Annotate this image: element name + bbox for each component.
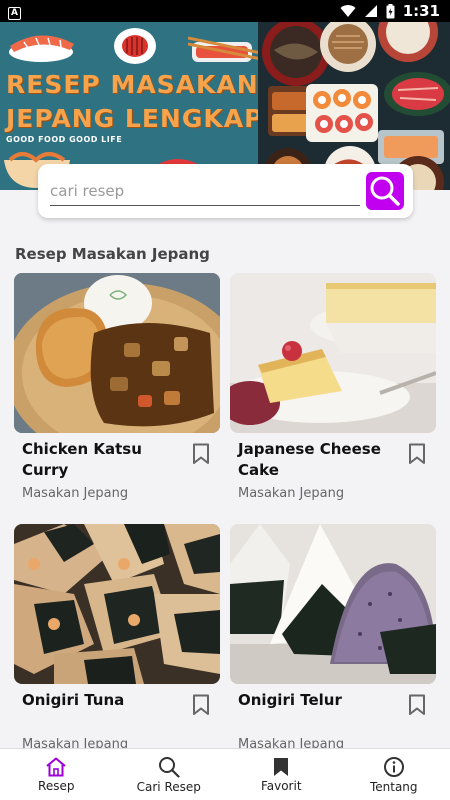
nav-item-tentang[interactable]: Tentang (338, 749, 450, 800)
recipe-category: Masakan Jepang (238, 486, 345, 501)
bookmark-icon (274, 757, 289, 776)
banner-title-line1: RESEP MASAKAN (6, 70, 259, 99)
status-right: 1:31 (340, 2, 440, 20)
status-left: A (8, 3, 21, 20)
nav-label: Cari Resep (136, 779, 201, 794)
bookmark-outline-icon[interactable] (408, 694, 426, 716)
nav-item-resep[interactable]: Resep (0, 749, 113, 800)
search-card (38, 164, 413, 218)
recipe-card[interactable]: Japanese Cheese Cake Masakan Jepang (230, 273, 436, 501)
bookmark-outline-icon[interactable] (192, 694, 210, 716)
banner-title: RESEP MASAKAN JEPANG LENGKAP (6, 68, 276, 136)
search-icon (158, 756, 180, 778)
recipe-card[interactable]: Chicken Katsu Curry Masakan Jepang (14, 273, 220, 501)
bookmark-outline-icon[interactable] (408, 443, 426, 465)
nav-label: Resep (38, 778, 75, 793)
recipe-photo (230, 273, 436, 433)
bottom-navigation: Resep Cari Resep Favorit Tentang (0, 748, 450, 800)
home-icon (46, 757, 66, 776)
nav-label: Favorit (260, 778, 302, 793)
recipe-category: Masakan Jepang (22, 486, 129, 501)
search-button[interactable] (366, 172, 404, 210)
wifi-icon (340, 5, 356, 18)
recipe-name: Onigiri Tuna (22, 691, 125, 709)
notification-icon: A (8, 6, 21, 20)
maki-illustration-icon (114, 28, 156, 64)
recipe-name: Japanese Cheese Cake (238, 440, 381, 479)
bookmark-outline-icon[interactable] (192, 443, 210, 465)
battery-icon (386, 3, 395, 18)
status-time: 1:31 (402, 2, 440, 20)
sushi-illustration-icon (9, 35, 74, 62)
search-input[interactable] (50, 176, 360, 206)
recipe-photo (14, 524, 220, 684)
chopsticks-illustration-icon (188, 36, 267, 62)
info-icon (383, 756, 404, 777)
recipe-photo (230, 524, 436, 684)
nav-item-cari-resep[interactable]: Cari Resep (113, 749, 226, 800)
recipe-name: Chicken Katsu Curry (22, 440, 142, 479)
banner-tagline: GOOD FOOD GOOD LIFE (6, 135, 123, 144)
recipe-card[interactable]: Onigiri Tuna Masakan Jepang (14, 524, 220, 752)
section-title: Resep Masakan Jepang (15, 245, 210, 263)
recipe-photo (14, 273, 220, 433)
search-icon (370, 176, 400, 206)
nav-label: Tentang (369, 779, 418, 794)
nav-item-favorit[interactable]: Favorit (225, 749, 338, 800)
banner-title-line2: JEPANG LENGKAP (6, 104, 264, 133)
signal-icon (364, 5, 377, 17)
status-bar: A 1:31 (0, 0, 450, 22)
recipe-card[interactable]: Onigiri Telur Masakan Jepang (230, 524, 436, 752)
recipe-name: Onigiri Telur (238, 691, 342, 709)
